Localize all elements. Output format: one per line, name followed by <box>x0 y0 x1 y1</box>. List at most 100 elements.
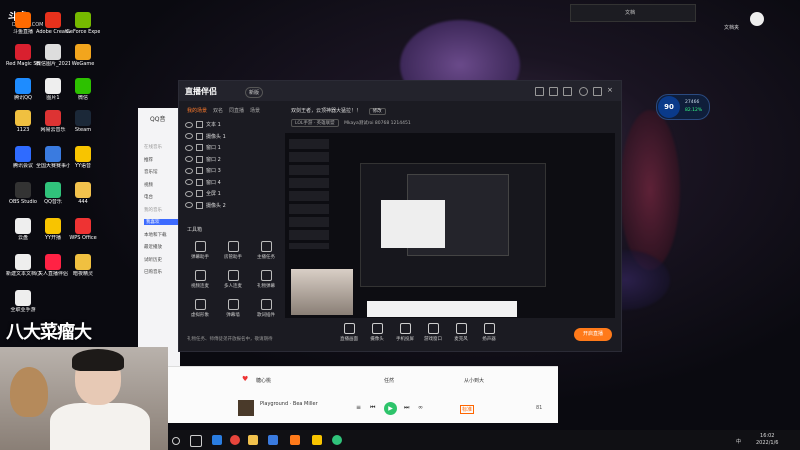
task-view-icon[interactable] <box>190 435 202 447</box>
tool-button[interactable]: 歌词插件 <box>251 299 281 318</box>
quality-badge[interactable]: 标准 <box>460 405 475 414</box>
bottom-tool[interactable]: 扬声器 <box>475 323 503 342</box>
desktop-icon[interactable]: 腾讯会议 <box>6 146 40 169</box>
source-item[interactable]: 窗口 3 <box>185 167 277 177</box>
desktop-icon[interactable]: 云盘 <box>6 218 40 241</box>
qq-nav-item[interactable]: 推荐 <box>144 157 180 163</box>
live-companion-window[interactable]: 直播伴侣 新版 × 我的场景 双名 同直播 场景 文本 1 摄像头 1 窗口 1 窗口 2 窗… <box>178 80 622 352</box>
tool-button[interactable]: 主播任务 <box>251 241 281 260</box>
bottom-tool[interactable]: 游戏窗口 <box>419 323 447 342</box>
heart-icon[interactable]: ♥ <box>242 375 248 383</box>
edit-room-button[interactable]: 修改 <box>368 108 386 115</box>
room-tag[interactable]: LOL手游 · 英雄联盟 <box>291 119 339 127</box>
desktop-icon[interactable]: Red Magic Studio <box>6 44 40 67</box>
desktop-icon[interactable]: 444 <box>66 182 100 205</box>
menu-icon[interactable] <box>563 87 572 96</box>
tool-button[interactable]: 弹幕助手 <box>185 241 215 260</box>
live-companion-icon[interactable] <box>290 435 300 445</box>
play-button[interactable]: ▶ <box>384 402 397 415</box>
qq-nav-item[interactable]: 视频 <box>144 182 180 188</box>
ime-indicator[interactable]: 中 <box>736 438 741 445</box>
qq-nav-item[interactable]: 本地和下载 <box>144 232 180 238</box>
source-item[interactable]: 窗口 1 <box>185 144 277 154</box>
bottom-tool[interactable]: 摄像头 <box>363 323 391 342</box>
scene-tab[interactable]: 场景 <box>250 108 260 114</box>
desktop-icon[interactable]: Adobe Creative... <box>36 12 70 35</box>
desktop-icon[interactable]: 微信 <box>66 78 100 101</box>
tool-button[interactable]: 礼物弹幕 <box>251 270 281 289</box>
qq-nav-item[interactable]: 已购音乐 <box>144 269 180 275</box>
qq-nav-item[interactable]: 音乐馆 <box>144 169 180 175</box>
chrome-icon[interactable] <box>230 435 240 445</box>
desktop-icon[interactable]: 斗鱼直播 <box>6 12 40 35</box>
maximize-icon[interactable] <box>593 87 602 96</box>
qq-music-window[interactable]: QQ音 在线音乐 推荐 音乐馆 视频 电台 我的音乐 我喜欢 本地和下载 最近播放 试听历史 已购音… <box>138 108 180 378</box>
scene-tab[interactable]: 双名 <box>213 108 223 114</box>
tool-button[interactable]: 视频连麦 <box>185 270 215 289</box>
source-item[interactable]: 全屏 1 <box>185 190 277 200</box>
scene-tab[interactable]: 我的场景 <box>187 108 207 114</box>
desktop-icon[interactable]: 暗夜精灵 <box>66 254 100 277</box>
eye-icon[interactable] <box>185 190 193 197</box>
desktop-icon[interactable]: 新建文本文档(3) <box>6 254 40 277</box>
source-item[interactable]: 摄像头 2 <box>185 201 277 212</box>
desktop-icon[interactable]: 全国大赛赛事小组积... <box>36 146 70 169</box>
desktop-icon[interactable]: 微信图片_202112... <box>36 44 70 67</box>
desktop-icon[interactable]: 图片1 <box>36 78 70 101</box>
app-icon[interactable] <box>268 435 278 445</box>
qq-music-icon[interactable] <box>332 435 342 445</box>
desktop-icon[interactable]: YY开播 <box>36 218 70 241</box>
desktop-icon[interactable]: 腾讯QQ <box>6 78 40 101</box>
desktop-icon[interactable]: YY语音 <box>66 146 100 169</box>
yy-icon[interactable] <box>312 435 322 445</box>
eye-icon[interactable] <box>185 202 193 208</box>
eye-icon[interactable] <box>185 156 193 162</box>
album-cover[interactable] <box>238 400 254 416</box>
source-item[interactable]: 文本 1 <box>185 121 277 131</box>
next-icon[interactable]: ⏭ <box>404 404 409 412</box>
desktop-icon[interactable]: WPS Office <box>66 218 100 241</box>
desktop-icon[interactable]: 全职业手游 <box>6 290 40 313</box>
start-live-button[interactable]: 开启直播 <box>574 328 612 341</box>
desktop-icon[interactable]: OBS Studio <box>6 182 40 205</box>
desktop-icon[interactable]: GeForce Experience <box>66 12 100 35</box>
qq-nav-item[interactable]: 我喜欢 <box>144 219 180 225</box>
source-item[interactable]: 摄像头 1 <box>185 132 277 143</box>
repeat-icon[interactable]: ∞ <box>418 404 423 411</box>
settings-icon[interactable] <box>549 87 558 96</box>
playlist-icon[interactable]: ≡ <box>356 404 361 411</box>
source-item[interactable]: 窗口 4 <box>185 178 277 189</box>
tool-button[interactable]: 虚拟形象 <box>185 299 215 318</box>
music-player[interactable]: ♥ 糖心桃 任然 从小到大 Playground · Bea Miller ≡ … <box>168 366 558 423</box>
qq-nav-item[interactable]: 电台 <box>144 194 180 200</box>
gift-icon[interactable] <box>535 87 544 96</box>
eye-icon[interactable] <box>185 144 193 151</box>
stream-preview[interactable] <box>285 133 615 318</box>
eye-icon[interactable] <box>185 121 193 128</box>
prev-icon[interactable]: ⏮ <box>370 404 375 412</box>
game-widget[interactable]: 90 27466 82.12% <box>656 94 710 120</box>
eye-icon[interactable] <box>185 133 193 139</box>
edge-icon[interactable] <box>212 435 222 445</box>
folder-cat-icon[interactable] <box>750 12 764 26</box>
minimize-icon[interactable] <box>579 87 588 96</box>
bottom-tool[interactable]: 直播画面 <box>335 323 363 342</box>
desktop-icon[interactable]: 1123 <box>6 110 40 133</box>
top-window[interactable]: 文档 <box>570 4 696 22</box>
bottom-tool[interactable]: 麦克风 <box>447 323 475 342</box>
search-icon[interactable] <box>172 437 180 445</box>
bottom-tool[interactable]: 手机投屏 <box>391 323 419 342</box>
clock[interactable]: 16:02 2022/1/6 <box>756 433 778 447</box>
source-item[interactable]: 窗口 2 <box>185 155 277 166</box>
desktop-icon[interactable]: 夫人直播伴侣 <box>36 254 70 277</box>
desktop-icon[interactable]: Steam <box>66 110 100 133</box>
qq-nav-item[interactable]: 试听历史 <box>144 257 180 263</box>
qq-nav-item[interactable]: 最近播放 <box>144 244 180 250</box>
desktop-icon[interactable]: 网易云音乐 <box>36 110 70 133</box>
desktop-icon[interactable]: WeGame <box>66 44 100 67</box>
version-badge[interactable]: 新版 <box>245 87 264 98</box>
tool-button[interactable]: 多人连麦 <box>218 270 248 289</box>
desktop-icon[interactable]: QQ音乐 <box>36 182 70 205</box>
eye-icon[interactable] <box>185 179 193 185</box>
queue-count[interactable]: 81 <box>536 405 542 411</box>
